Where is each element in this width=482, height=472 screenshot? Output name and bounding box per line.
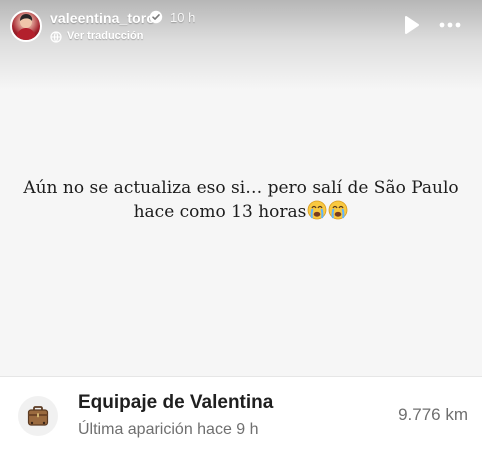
globe-icon xyxy=(50,30,62,43)
more-icon xyxy=(439,22,461,28)
post-time: 10 h xyxy=(170,10,196,25)
verified-badge-icon xyxy=(149,10,163,24)
card-distance: 9.776 km xyxy=(398,405,468,424)
story-header: valeentina_toro 10 h Ver traducción xyxy=(0,0,482,52)
caption-line-2-text: hace como 13 horas xyxy=(133,202,307,222)
avatar[interactable] xyxy=(10,10,42,42)
caption-line-2: hace como 13 horas xyxy=(0,200,482,224)
play-button[interactable] xyxy=(403,15,421,35)
story-viewer: valeentina_toro 10 h Ver traducción Aún … xyxy=(0,0,482,472)
username[interactable]: valeentina_toro xyxy=(50,10,155,26)
see-translation-link[interactable]: Ver traducción xyxy=(67,30,143,42)
more-options-button[interactable] xyxy=(438,18,462,30)
caption-line-1: Aún no se actualiza eso si… pero salí de… xyxy=(23,178,459,198)
luggage-icon xyxy=(18,396,58,436)
loudly-crying-face-icon xyxy=(328,200,348,220)
story-caption: Aún no se actualiza eso si… pero salí de… xyxy=(0,176,482,224)
tracker-card[interactable]: Equipaje de Valentina Última aparición h… xyxy=(0,376,482,472)
play-icon xyxy=(405,16,419,34)
card-title: Equipaje de Valentina xyxy=(78,392,274,413)
loudly-crying-face-icon xyxy=(307,200,327,220)
card-subtitle: Última aparición hace 9 h xyxy=(78,421,259,438)
